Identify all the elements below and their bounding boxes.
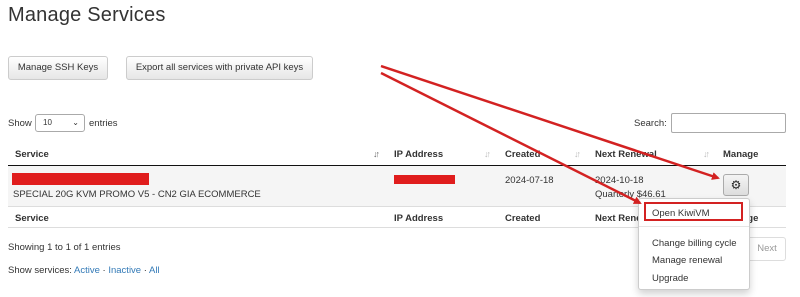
table-info: Showing 1 to 1 of 1 entries <box>8 242 121 253</box>
menu-divider <box>639 226 749 227</box>
menu-item-change-billing-cycle[interactable]: Change billing cycle <box>652 238 737 249</box>
sort-asc-icon[interactable]: ↓↑ <box>373 149 380 159</box>
column-header-ip-address[interactable]: IP Address <box>394 149 443 160</box>
footer-header-service: Service <box>15 213 49 224</box>
manage-ssh-keys-button[interactable]: Manage SSH Keys <box>8 56 108 80</box>
redacted-ip-address <box>394 175 455 184</box>
filter-active-link[interactable]: Active <box>74 265 100 276</box>
separator: · <box>141 265 150 276</box>
menu-item-upgrade[interactable]: Upgrade <box>652 273 688 284</box>
annotation-highlight-box <box>644 202 743 221</box>
menu-item-manage-renewal[interactable]: Manage renewal <box>652 255 722 266</box>
show-services-filter: Show services: Active · Inactive · All <box>8 265 160 276</box>
footer-header-ip-address: IP Address <box>394 213 444 224</box>
sort-icon[interactable]: ↓↑ <box>574 149 581 159</box>
manage-button[interactable]: ⚙ <box>723 174 749 196</box>
column-header-next-renewal[interactable]: Next Renewal <box>595 149 657 160</box>
column-header-manage: Manage <box>723 149 759 160</box>
column-header-service[interactable]: Service <box>15 149 49 160</box>
next-page-button[interactable]: Next <box>748 237 786 261</box>
sort-icon[interactable]: ↓↑ <box>484 149 491 159</box>
search-input[interactable] <box>671 113 786 133</box>
filter-inactive-link[interactable]: Inactive <box>108 265 141 276</box>
filter-all-link[interactable]: All <box>149 265 160 276</box>
entries-select-value: 10 <box>43 118 52 127</box>
created-date: 2024-07-18 <box>505 175 554 186</box>
gear-icon: ⚙ <box>730 178 742 192</box>
show-services-label: Show services: <box>8 265 72 276</box>
entries-label: entries <box>89 118 118 129</box>
service-name[interactable]: SPECIAL 20G KVM PROMO V5 - CN2 GIA ECOMM… <box>13 189 261 200</box>
redacted-service-id <box>12 173 149 185</box>
sort-icon[interactable]: ↓↑ <box>703 149 710 159</box>
search-label: Search: <box>634 118 667 129</box>
column-header-created[interactable]: Created <box>505 149 540 160</box>
export-services-button[interactable]: Export all services with private API key… <box>126 56 313 80</box>
annotation-arrow-to-manage <box>380 64 720 180</box>
page-title: Manage Services <box>8 4 166 26</box>
chevron-down-icon: ⌄ <box>72 118 79 127</box>
entries-select[interactable]: 10 ⌄ <box>35 114 85 132</box>
show-label: Show <box>8 118 32 129</box>
next-renewal-date: 2024-10-18 <box>595 175 644 186</box>
footer-header-created: Created <box>505 213 541 224</box>
